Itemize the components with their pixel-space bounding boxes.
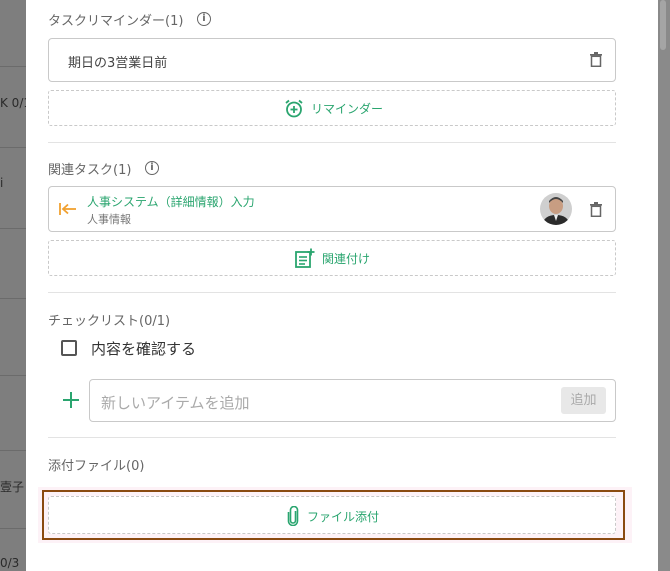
background-divider — [0, 298, 26, 299]
background-divider — [0, 228, 26, 229]
background-text: K 0/1 — [0, 96, 26, 110]
checklist-title: チェックリスト(0/1) — [48, 314, 171, 329]
related-task-item[interactable]: 人事システム（詳細情報）入力 人事情報 — [48, 186, 616, 232]
background-divider — [0, 66, 26, 67]
arrow-left-icon — [59, 203, 76, 215]
attach-file-button[interactable]: ファイル添付 — [48, 496, 616, 534]
background-divider — [0, 450, 26, 451]
paperclip-icon — [287, 506, 299, 526]
add-item-button[interactable]: 追加 — [561, 387, 606, 414]
avatar — [540, 193, 572, 225]
add-item-icon[interactable] — [60, 389, 82, 411]
related-task-name[interactable]: 人事システム（詳細情報）入力 — [87, 193, 255, 210]
background-divider — [0, 375, 26, 376]
add-reminder-button[interactable]: リマインダー — [48, 90, 616, 126]
scrollbar-track[interactable] — [658, 0, 670, 571]
info-icon[interactable]: i — [145, 161, 159, 175]
checklist-item-label: 内容を確認する — [91, 340, 197, 358]
section-divider — [48, 437, 616, 438]
related-task-project: 人事情報 — [87, 213, 131, 226]
link-task-button[interactable]: 関連付け — [48, 240, 616, 276]
checklist-checkbox[interactable] — [61, 340, 77, 356]
attach-file-label: ファイル添付 — [307, 510, 380, 524]
reminder-item[interactable]: 期日の3営業日前 — [48, 38, 616, 82]
background-text: i — [0, 176, 4, 190]
trash-icon[interactable] — [590, 202, 602, 217]
link-task-label: 関連付け — [322, 252, 371, 266]
attachments-title: 添付ファイル(0) — [48, 459, 145, 474]
background-divider — [0, 528, 26, 529]
background-divider — [0, 147, 26, 148]
note-add-icon — [295, 248, 315, 268]
section-divider — [48, 292, 616, 293]
info-icon[interactable]: i — [197, 12, 211, 26]
section-divider — [48, 142, 616, 143]
reminders-title: タスクリマインダー(1) — [48, 14, 184, 29]
scrollbar-thumb[interactable] — [660, 0, 666, 50]
new-item-input[interactable]: 新しいアイテムを追加 追加 — [89, 379, 616, 422]
new-item-placeholder: 新しいアイテムを追加 — [101, 394, 250, 412]
trash-icon[interactable] — [590, 52, 602, 67]
checklist-item[interactable]: 内容を確認する — [61, 338, 361, 358]
task-detail-panel: タスクリマインダー(1) i 期日の3営業日前 リマインダー 関連タスク(1) … — [26, 0, 658, 571]
alarm-add-icon — [285, 99, 303, 118]
add-reminder-label: リマインダー — [311, 102, 384, 116]
reminder-item-label: 期日の3営業日前 — [68, 56, 168, 71]
background-text: 0/3 — [0, 556, 20, 570]
related-tasks-title: 関連タスク(1) — [48, 163, 132, 178]
background-text: 壹子 — [0, 480, 25, 494]
